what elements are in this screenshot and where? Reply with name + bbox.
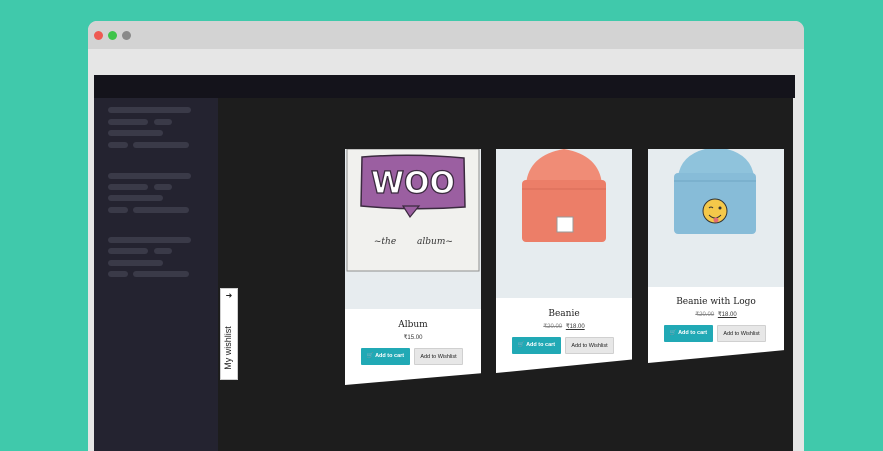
sidebar-placeholder [108,207,128,213]
album-caption-left: ~the [374,237,396,247]
close-window-button[interactable] [94,31,103,40]
add-to-wishlist-button[interactable]: Add to Wishlist [717,325,766,342]
title-bar [88,21,804,49]
product-price-old: ₹20.00 [543,324,563,330]
add-to-cart-label: Add to cart [375,353,405,359]
sidebar-placeholder [108,260,163,266]
sidebar-placeholder [108,130,163,136]
sidebar-placeholder [108,271,128,277]
add-to-cart-label: Add to cart [678,330,708,336]
product-price: ₹15.00 [345,334,481,341]
sidebar-placeholder [108,142,128,148]
sidebar [94,98,218,451]
product-name[interactable]: Beanie [496,309,632,319]
album-caption-right: album~ [417,237,453,247]
album-image: WOO ~the album~ [345,149,481,309]
product-card-beanie-with-logo: Beanie with Logo ₹20.00 ₹18.00 🛒 Add to … [648,149,784,363]
product-image-beanie[interactable] [496,149,632,298]
add-to-cart-button[interactable]: 🛒 Add to cart [664,325,713,342]
beanie-with-logo-image [648,149,784,287]
sidebar-placeholder [108,248,148,254]
product-card-album: WOO ~the album~ Album ₹15.00 🛒 Add to ca… [345,149,481,385]
minimize-window-button[interactable] [122,31,131,40]
top-bar [94,75,795,98]
sidebar-placeholder [108,184,148,190]
sidebar-placeholder [108,119,148,125]
product-price-old: ₹20.00 [695,312,715,318]
product-price-current: ₹18.00 [717,312,737,318]
arrow-right-icon: ➜ [225,291,233,300]
sidebar-placeholder [108,237,191,243]
product-card-beanie: Beanie ₹20.00 ₹18.00 🛒 Add to cart Add t… [496,149,632,373]
product-price-current: ₹18.00 [565,324,585,330]
product-image-album[interactable]: WOO ~the album~ [345,149,481,309]
my-wishlist-tab[interactable]: ➜ My wishlist [220,288,238,380]
product-image-beanie-with-logo[interactable] [648,149,784,287]
product-price: ₹20.00 ₹18.00 [496,323,632,330]
product-price-current: ₹15.00 [403,335,423,341]
add-to-cart-label: Add to cart [526,342,556,348]
sidebar-placeholder [108,173,191,179]
sidebar-placeholder [133,271,189,277]
product-name[interactable]: Album [345,320,481,330]
add-to-wishlist-button[interactable]: Add to Wishlist [565,337,614,354]
cart-icon: 🛒 [669,330,677,336]
my-wishlist-label: My wishlist [223,326,233,370]
sidebar-placeholder [108,195,163,201]
add-to-cart-button[interactable]: 🛒 Add to cart [361,348,410,365]
browser-window: ➜ My wishlist WOO ~the album~ Album ₹15.… [88,21,804,451]
product-name[interactable]: Beanie with Logo [648,297,784,307]
sidebar-placeholder [108,107,191,113]
maximize-window-button[interactable] [108,31,117,40]
sidebar-placeholder [154,184,172,190]
add-to-cart-button[interactable]: 🛒 Add to cart [512,337,561,354]
right-edge [793,98,795,451]
add-to-wishlist-button[interactable]: Add to Wishlist [414,348,463,365]
cart-icon: 🛒 [366,353,374,359]
sidebar-placeholder [154,119,172,125]
woo-logo-text: WOO [371,166,455,201]
product-price: ₹20.00 ₹18.00 [648,311,784,318]
cart-icon: 🛒 [517,342,525,348]
app-screen: ➜ My wishlist WOO ~the album~ Album ₹15.… [94,75,795,451]
sidebar-placeholder [133,142,189,148]
sidebar-placeholder [154,248,172,254]
beanie-image [496,149,632,298]
sidebar-placeholder [133,207,189,213]
